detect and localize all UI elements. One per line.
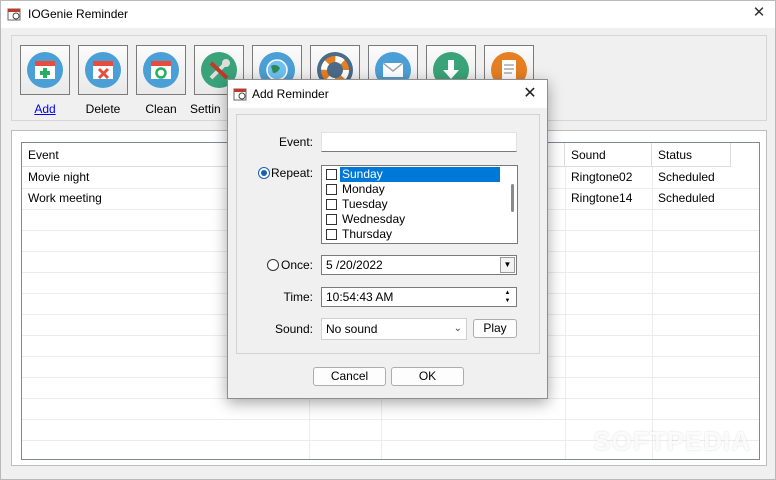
day-item-tuesday[interactable]: Tuesday xyxy=(324,197,500,212)
once-date-picker[interactable]: 5 /20/2022 ▼ xyxy=(321,255,517,275)
day-label: Thursday xyxy=(342,227,393,241)
repeat-days-list[interactable]: Sunday Monday Tuesday Wednesday Thursday xyxy=(321,165,518,244)
reminder-options-group: Event: Repeat: Sunday Monday Tuesday Wed… xyxy=(236,114,540,354)
calendar-app-icon xyxy=(7,8,21,21)
calendar-app-icon xyxy=(233,88,247,101)
chevron-down-icon: ⌄ xyxy=(453,323,462,334)
day-label: Sunday xyxy=(340,167,500,182)
day-checkbox[interactable] xyxy=(326,199,337,210)
repeat-radio[interactable] xyxy=(258,167,270,179)
calendar-add-icon xyxy=(27,52,63,88)
dialog-title-bar[interactable]: Add Reminder ✕ xyxy=(228,80,547,108)
ok-button[interactable]: OK xyxy=(391,367,464,386)
day-item-wednesday[interactable]: Wednesday xyxy=(324,212,500,227)
days-scrollbar[interactable] xyxy=(511,184,514,212)
event-label: Event: xyxy=(278,135,313,149)
close-icon[interactable]: ✕ xyxy=(751,5,767,21)
day-item-monday[interactable]: Monday xyxy=(324,182,500,197)
sound-label: Sound: xyxy=(274,322,313,336)
once-radio[interactable] xyxy=(267,259,279,271)
day-label: Monday xyxy=(342,182,385,196)
clean-label: Clean xyxy=(145,102,177,116)
spin-up-icon[interactable]: ▲ xyxy=(500,289,515,297)
cell-event: Movie night xyxy=(28,170,90,184)
chevron-down-icon[interactable]: ▼ xyxy=(500,257,515,273)
window-title: IOGenie Reminder xyxy=(28,7,129,21)
watermark: SOFTPEDIA xyxy=(593,426,751,456)
clean-button[interactable] xyxy=(136,45,186,95)
title-bar[interactable]: IOGenie Reminder ✕ xyxy=(1,1,775,28)
add-label[interactable]: Add xyxy=(15,102,75,116)
cell-sound: Ringtone02 xyxy=(571,170,633,184)
sound-select[interactable]: No sound ⌄ xyxy=(321,318,467,340)
add-reminder-dialog: Add Reminder ✕ Event: Repeat: Sunday Mon… xyxy=(227,79,548,399)
time-label: Time: xyxy=(283,290,313,304)
time-picker[interactable]: 10:54:43 AM ▲ ▼ xyxy=(321,287,517,307)
cell-status: Scheduled xyxy=(658,191,715,205)
column-header-sound[interactable]: Sound xyxy=(565,143,652,167)
once-label: Once: xyxy=(281,258,314,272)
cell-event: Work meeting xyxy=(28,191,102,205)
sound-value: No sound xyxy=(326,322,378,336)
calendar-delete-icon xyxy=(85,52,121,88)
play-button[interactable]: Play xyxy=(473,319,517,338)
day-item-thursday[interactable]: Thursday xyxy=(324,227,500,242)
day-item-sunday[interactable]: Sunday xyxy=(324,167,500,182)
calendar-recycle-icon xyxy=(143,52,179,88)
dialog-title: Add Reminder xyxy=(252,87,329,101)
event-input[interactable] xyxy=(321,132,517,152)
add-button[interactable] xyxy=(20,45,70,95)
time-value: 10:54:43 AM xyxy=(326,290,394,304)
cancel-button[interactable]: Cancel xyxy=(313,367,386,386)
repeat-label: Repeat: xyxy=(271,166,314,180)
day-checkbox[interactable] xyxy=(326,214,337,225)
day-checkbox[interactable] xyxy=(326,184,337,195)
column-header-status[interactable]: Status xyxy=(652,143,731,167)
day-label: Wednesday xyxy=(342,212,406,226)
row-divider xyxy=(22,419,759,420)
time-spinner[interactable]: ▲ ▼ xyxy=(500,289,515,305)
delete-label: Delete xyxy=(85,102,121,116)
delete-button[interactable] xyxy=(78,45,128,95)
spin-down-icon[interactable]: ▼ xyxy=(500,297,515,305)
cell-sound: Ringtone14 xyxy=(571,191,633,205)
once-date-value: 5 /20/2022 xyxy=(326,258,383,272)
day-checkbox[interactable] xyxy=(326,229,337,240)
day-checkbox[interactable] xyxy=(326,169,337,180)
cell-status: Scheduled xyxy=(658,170,715,184)
dialog-close-icon[interactable]: ✕ xyxy=(521,85,539,103)
day-label: Tuesday xyxy=(342,197,388,211)
